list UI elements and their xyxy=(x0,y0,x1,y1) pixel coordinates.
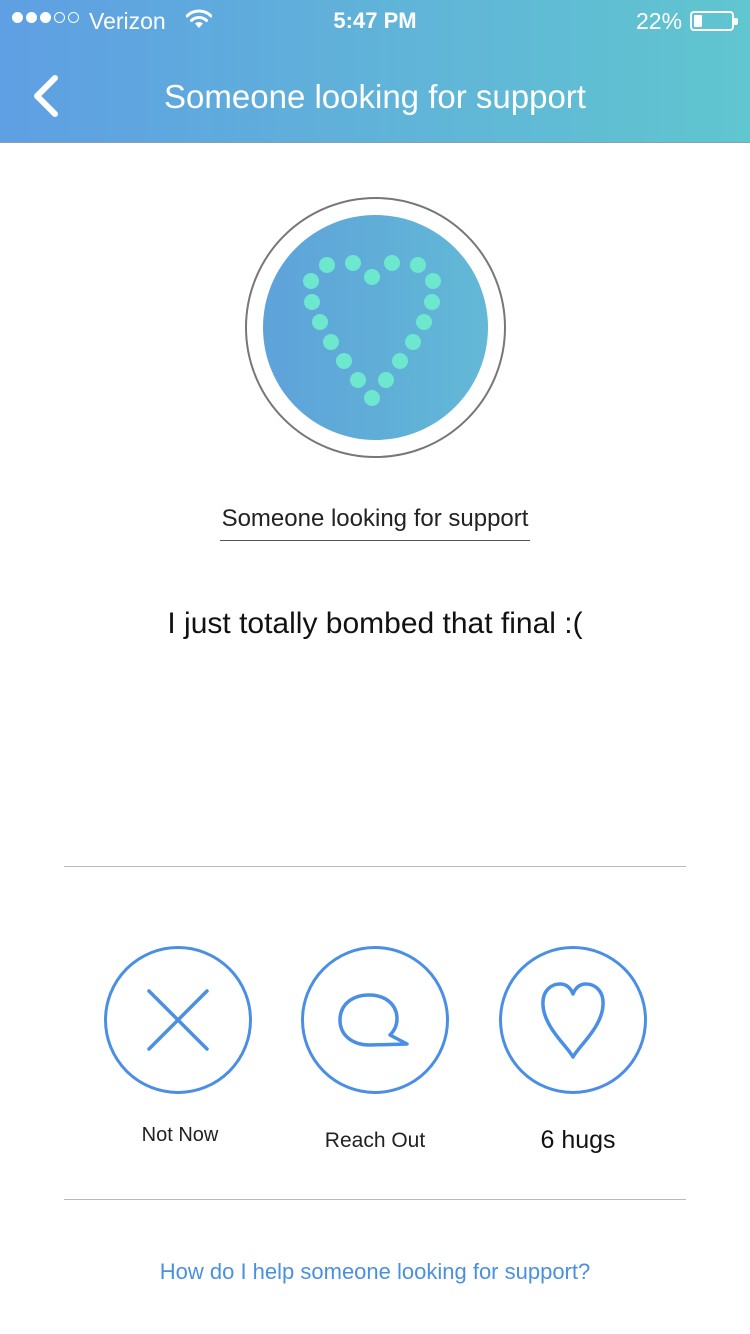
not-now-label: Not Now xyxy=(141,1124,219,1146)
speech-bubble-icon xyxy=(338,993,409,1047)
page-title: Someone looking for support xyxy=(164,78,586,115)
heart-icon xyxy=(541,982,605,1059)
divider-top xyxy=(64,866,686,867)
post-message: I just totally bombed that final :( xyxy=(167,607,583,640)
reach-out-label: Reach Out xyxy=(324,1129,426,1152)
close-icon xyxy=(147,989,209,1051)
app-header: Verizon 5:47 PM 22% Someone looking for … xyxy=(0,0,750,143)
dotted-heart-icon xyxy=(303,255,441,406)
status-bar: Verizon 5:47 PM 22% xyxy=(0,0,750,40)
hug-count: 6 hugs xyxy=(540,1126,616,1154)
reach-out-button[interactable] xyxy=(301,946,449,1094)
help-link[interactable]: How do I help someone looking for suppor… xyxy=(0,1259,750,1285)
avatar xyxy=(263,215,488,440)
poster-name: Someone looking for support xyxy=(221,505,529,532)
hug-button[interactable] xyxy=(499,946,647,1094)
not-now-button[interactable] xyxy=(104,946,252,1094)
battery-percentage: 22% xyxy=(636,8,683,34)
divider-bottom xyxy=(64,1199,686,1200)
poster-name-underline xyxy=(220,540,530,541)
battery-icon xyxy=(690,11,738,31)
